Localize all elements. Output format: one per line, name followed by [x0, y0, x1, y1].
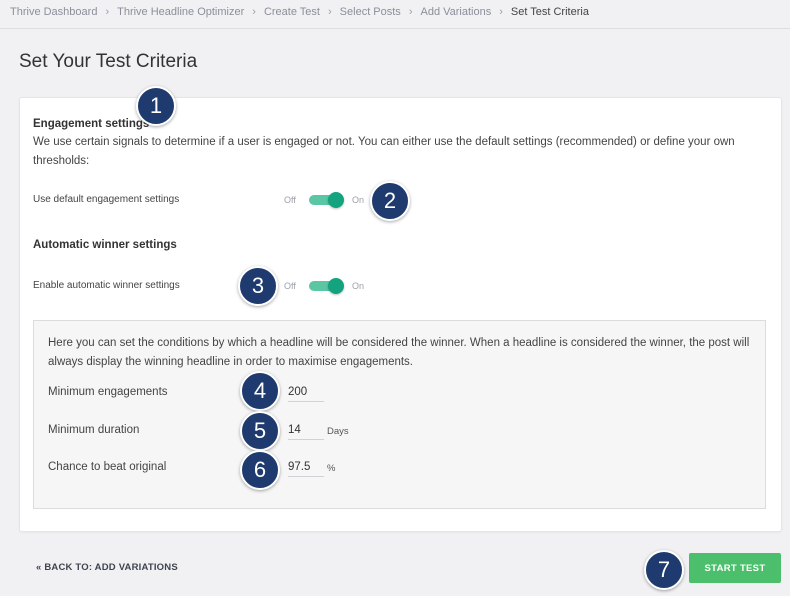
minimum-duration-input[interactable]	[288, 421, 324, 440]
engagement-toggle-off-label: Off	[284, 195, 296, 205]
minimum-duration-label: Minimum duration	[48, 424, 140, 436]
breadcrumb-separator: ›	[499, 6, 503, 18]
annotation-badge-1: 1	[136, 86, 176, 126]
automatic-winner-toggle[interactable]	[309, 278, 344, 294]
percent-unit-label: %	[327, 463, 336, 474]
breadcrumb: Thrive Dashboard › Thrive Headline Optimiz…	[10, 6, 589, 18]
breadcrumb-separator: ›	[408, 6, 413, 18]
annotation-badge-2: 2	[370, 181, 410, 221]
breadcrumb-item-select-posts[interactable]: Select Posts	[340, 6, 401, 18]
breadcrumb-separator: ›	[328, 6, 332, 18]
default-engagement-label: Use default engagement settings	[33, 194, 180, 205]
engagement-settings-description: We use certain signals to determine if a…	[33, 136, 735, 167]
automatic-winner-title: Automatic winner settings	[33, 239, 177, 251]
automatic-winner-label: Enable automatic winner settings	[33, 280, 180, 291]
engagement-toggle-on-label: On	[352, 195, 365, 205]
minimum-engagements-label: Minimum engagements	[48, 386, 168, 398]
breadcrumb-item-current: Set Test Criteria	[510, 6, 589, 18]
header-divider	[0, 28, 790, 29]
default-engagement-toggle[interactable]	[309, 192, 344, 208]
breadcrumb-separator: ›	[252, 6, 256, 18]
annotation-badge-5: 5	[240, 411, 280, 451]
annotation-badge-7: 7	[644, 550, 684, 590]
breadcrumb-item-thrive-dashboard[interactable]: Thrive Dashboard	[10, 6, 97, 18]
chance-to-beat-input[interactable]	[288, 458, 324, 477]
toggle-knob	[328, 278, 344, 294]
page-title: Set Your Test Criteria	[19, 51, 198, 72]
chance-to-beat-label: Chance to beat original	[48, 461, 167, 473]
winner-toggle-on-label: On	[352, 281, 365, 291]
breadcrumb-item-headline-optimizer[interactable]: Thrive Headline Optimizer	[117, 6, 244, 18]
engagement-settings-title: Engagement settings	[33, 118, 150, 130]
breadcrumb-separator: ›	[105, 6, 110, 18]
winner-toggle-off-label: Off	[284, 281, 296, 291]
annotation-badge-6: 6	[240, 450, 280, 490]
breadcrumb-item-add-variations[interactable]: Add Variations	[420, 6, 491, 18]
start-test-button[interactable]: START TEST	[689, 553, 781, 583]
days-unit-label: Days	[327, 426, 349, 437]
annotation-badge-4: 4	[240, 371, 280, 411]
winner-conditions-description: Here you can set the conditions by which…	[48, 337, 750, 368]
breadcrumb-item-create-test[interactable]: Create Test	[264, 6, 320, 18]
toggle-knob	[328, 192, 344, 208]
minimum-engagements-input[interactable]	[288, 383, 324, 402]
back-to-add-variations-link[interactable]: « BACK TO: ADD VARIATIONS	[36, 562, 178, 573]
annotation-badge-3: 3	[238, 266, 278, 306]
